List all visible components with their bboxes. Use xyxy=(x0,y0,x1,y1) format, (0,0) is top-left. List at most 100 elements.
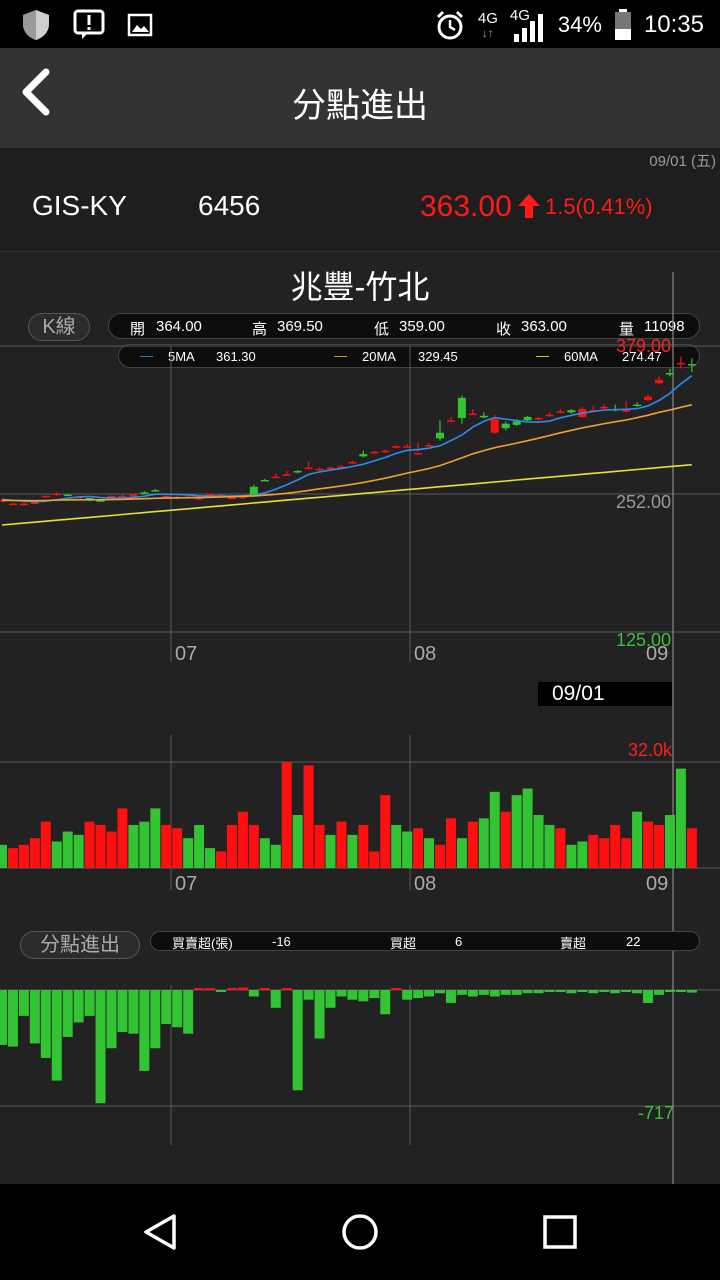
ma60-line xyxy=(1,463,692,526)
volume-bar xyxy=(643,821,654,868)
volume-bar xyxy=(237,811,248,868)
ma20-line xyxy=(1,404,692,502)
flow-bar xyxy=(686,990,697,993)
flow-bar xyxy=(7,990,18,1047)
flow-bar xyxy=(95,990,106,1104)
candle-body xyxy=(30,502,39,505)
flow-bar xyxy=(621,990,632,992)
flow-bar xyxy=(654,990,664,995)
candle-body xyxy=(457,397,466,419)
volume-bar xyxy=(106,831,117,868)
k-month-09: 09 xyxy=(646,643,669,665)
flow-bar xyxy=(128,990,139,1034)
volume-bar xyxy=(675,768,686,868)
volume-bar xyxy=(347,834,358,868)
broker-flow-tab-button[interactable]: 分點進出 xyxy=(20,931,140,959)
flow-bar xyxy=(270,990,281,1008)
candle-body xyxy=(63,494,72,497)
volume-bar xyxy=(117,808,128,868)
ma5-line xyxy=(1,375,693,503)
candle-body xyxy=(304,467,313,470)
flow-bar xyxy=(84,990,95,1016)
candle-body xyxy=(260,479,269,482)
flow-bar xyxy=(347,990,358,1000)
candle-body xyxy=(381,450,390,453)
net-label: 買賣超(張) xyxy=(172,936,233,951)
candle-body xyxy=(425,445,434,447)
volume-bar xyxy=(522,788,533,868)
candle-body xyxy=(655,379,663,384)
candle-body xyxy=(41,495,50,498)
candle-body xyxy=(359,454,368,457)
flow-bar xyxy=(194,988,205,990)
flow-bar xyxy=(369,990,380,999)
volume-bar xyxy=(248,824,259,868)
flow-bar xyxy=(62,990,73,1037)
volume-bar xyxy=(172,828,183,868)
volume-bar xyxy=(205,848,216,868)
home-nav-icon[interactable] xyxy=(340,1212,380,1252)
flow-bar xyxy=(161,990,172,1024)
volume-bar xyxy=(664,815,675,868)
flow-bar xyxy=(588,990,599,994)
volume-bar xyxy=(40,821,51,868)
sell-value: 22 xyxy=(626,934,641,949)
flow-bar xyxy=(292,990,303,1091)
volume-bar xyxy=(654,824,664,868)
flow-bar xyxy=(478,990,489,995)
volume-bar xyxy=(270,844,281,868)
flow-bar xyxy=(248,990,259,997)
volume-bar xyxy=(259,838,270,868)
volume-bar xyxy=(281,762,292,868)
flow-bar xyxy=(183,990,194,1034)
v-month-08: 08 xyxy=(414,873,437,895)
back-nav-icon[interactable] xyxy=(140,1212,180,1252)
volume-bar xyxy=(226,824,237,868)
volume-bar xyxy=(544,824,555,868)
flow-bar xyxy=(139,990,150,1071)
candle-body xyxy=(118,495,127,498)
flow-bar xyxy=(303,990,314,1000)
flow-bar xyxy=(172,990,183,1028)
flow-bar xyxy=(18,990,29,1016)
flow-bar xyxy=(259,988,270,990)
flow-bar xyxy=(391,988,402,990)
recents-nav-icon[interactable] xyxy=(542,1214,578,1250)
volume-bar xyxy=(150,808,161,868)
flow-bar xyxy=(0,990,7,1046)
volume-bar xyxy=(566,844,577,868)
candle-body xyxy=(665,373,674,375)
volume-bar xyxy=(555,828,566,868)
volume-bar xyxy=(183,838,194,868)
volume-bar xyxy=(73,834,84,868)
flow-bar xyxy=(664,990,675,992)
screen: 4G ↓↑ 4G 34% 10:35 分點進出 09/01 (五) GIS-KY… xyxy=(0,0,720,1280)
volume-bar xyxy=(511,795,522,868)
volume-bar xyxy=(0,844,7,868)
charts-canvas[interactable] xyxy=(0,0,720,1184)
flow-bar xyxy=(566,990,577,994)
candle-body xyxy=(140,492,149,494)
flow-bar xyxy=(533,990,544,994)
volume-bar xyxy=(7,848,18,868)
candle-body xyxy=(370,451,379,454)
flow-bar xyxy=(380,990,391,1015)
volume-bar xyxy=(391,824,402,868)
candle-body xyxy=(687,364,696,366)
k-y-high-label: 379.00 xyxy=(616,336,672,356)
volume-bar xyxy=(577,841,588,868)
flow-bar xyxy=(402,990,413,1000)
flow-bar xyxy=(150,990,161,1049)
candle-body xyxy=(556,411,565,413)
candle-body xyxy=(8,503,17,506)
candle-body xyxy=(600,406,609,409)
flow-bar xyxy=(632,990,643,994)
candle-body xyxy=(633,404,642,407)
volume-bar xyxy=(621,838,632,868)
candle-body xyxy=(151,490,160,492)
volume-bar xyxy=(500,811,511,868)
flow-bar xyxy=(336,990,347,997)
flow-bar xyxy=(40,990,51,1058)
candle-body xyxy=(622,410,631,412)
volume-bar xyxy=(62,831,73,868)
